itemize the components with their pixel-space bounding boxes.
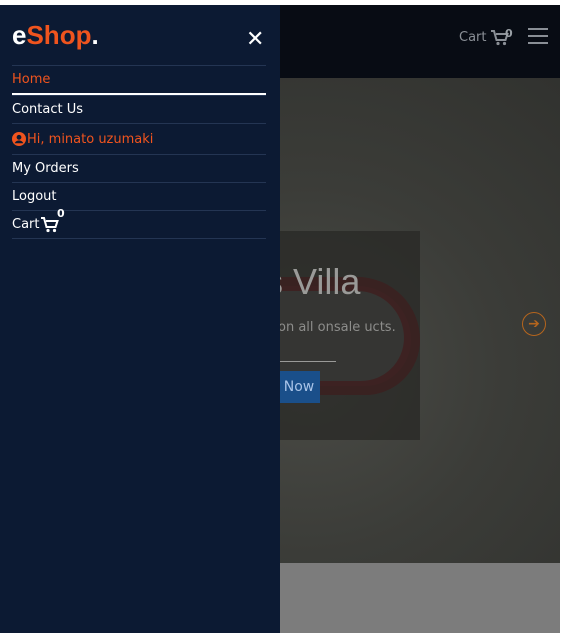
logo-e: e bbox=[12, 20, 27, 50]
logo-shop: Shop bbox=[26, 20, 92, 50]
hamburger-menu-icon[interactable] bbox=[528, 28, 548, 46]
menu-item-cart[interactable]: Cart 0 bbox=[12, 207, 266, 239]
logo-dot: . bbox=[91, 20, 99, 50]
menu-item-label: My Orders bbox=[12, 161, 79, 176]
eshop-logo[interactable]: eShop. bbox=[12, 20, 99, 51]
drawer-menu: Home Contact Us Hi, minato uzumaki My Or… bbox=[12, 65, 266, 239]
hero-subtitle: on all onsale ucts. bbox=[278, 320, 396, 335]
shopping-cart-icon bbox=[40, 216, 59, 232]
header-cart-count: 0 bbox=[505, 27, 513, 40]
shop-now-button[interactable]: Now bbox=[278, 371, 320, 403]
side-drawer: eShop. ✕ Home Contact Us Hi, minato uzum… bbox=[0, 5, 280, 633]
menu-item-label: Hi, minato uzumaki bbox=[27, 131, 154, 147]
menu-item-home[interactable]: Home bbox=[12, 65, 266, 95]
menu-item-label: Logout bbox=[12, 189, 57, 204]
carousel-next-icon[interactable]: ➔ bbox=[522, 312, 546, 336]
menu-item-label: Cart bbox=[12, 217, 40, 232]
app-frame: Cart 0 s Villa on all onsale ucts. Now ➔… bbox=[0, 5, 560, 633]
menu-item-my-orders[interactable]: My Orders bbox=[12, 154, 266, 182]
menu-item-logout[interactable]: Logout bbox=[12, 182, 266, 210]
close-icon[interactable]: ✕ bbox=[246, 29, 266, 51]
header-cart-link[interactable]: Cart 0 bbox=[459, 27, 513, 46]
menu-item-contact-us[interactable]: Contact Us bbox=[12, 95, 266, 123]
menu-item-label: Contact Us bbox=[12, 102, 83, 117]
header-cart-label: Cart bbox=[459, 30, 487, 45]
hero-divider bbox=[278, 361, 336, 362]
user-circle-icon bbox=[12, 132, 26, 146]
menu-item-label: Home bbox=[12, 72, 51, 87]
menu-item-user-greeting[interactable]: Hi, minato uzumaki bbox=[12, 123, 266, 154]
cart-count-badge: 0 bbox=[57, 207, 65, 220]
